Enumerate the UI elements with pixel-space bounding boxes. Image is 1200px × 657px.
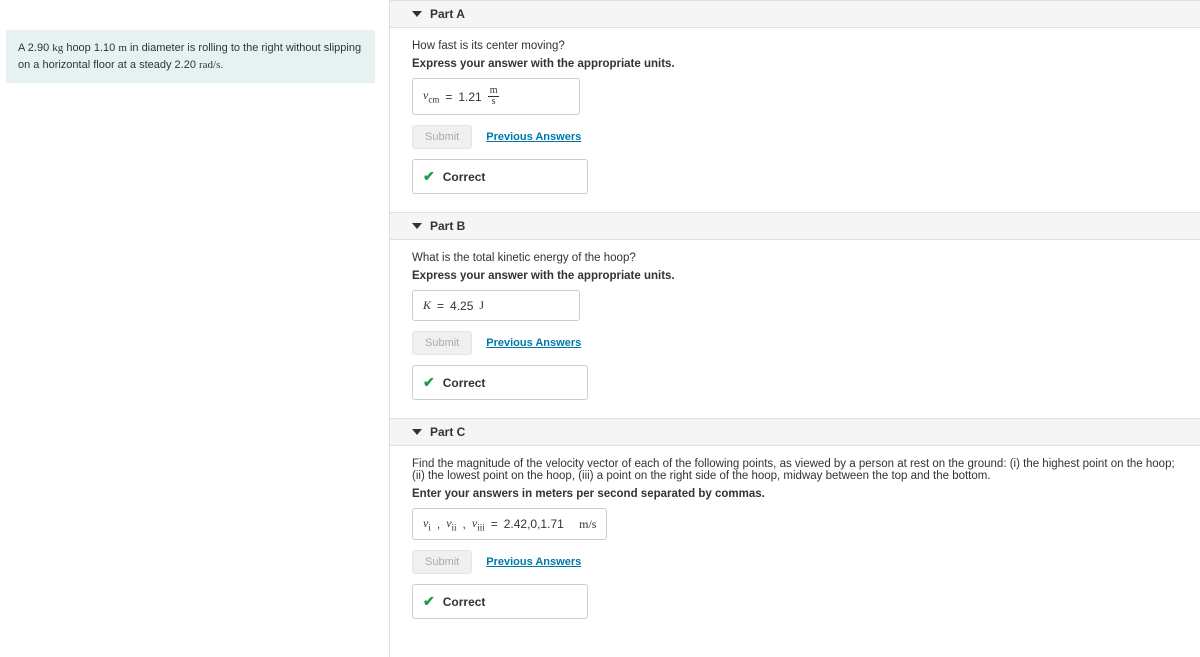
var-k: K xyxy=(423,298,431,313)
problem-text: . xyxy=(220,59,223,71)
part-c-submit-button[interactable]: Submit xyxy=(412,550,472,574)
check-icon: ✔ xyxy=(423,374,435,391)
chevron-down-icon xyxy=(412,429,422,435)
part-b-value: 4.25 xyxy=(450,299,473,313)
part-c-feedback: ✔ Correct xyxy=(412,584,588,619)
part-b-header[interactable]: Part B xyxy=(390,212,1200,240)
part-c-unit: m/s xyxy=(579,517,596,532)
part-b-previous-answers-link[interactable]: Previous Answers xyxy=(486,337,581,349)
unit-rads: rad/s xyxy=(199,59,220,71)
check-icon: ✔ xyxy=(423,593,435,610)
problem-statement: A 2.90 kg hoop 1.10 m in diameter is rol… xyxy=(6,30,375,83)
equals: = xyxy=(491,517,498,531)
part-a-answer: vcm = 1.21 m s xyxy=(412,78,580,115)
part-a-value: 1.21 xyxy=(458,90,481,104)
part-c-value: 2.42,0,1.71 xyxy=(504,517,564,531)
part-a-submit-button[interactable]: Submit xyxy=(412,125,472,149)
part-b-unit: J xyxy=(479,298,484,313)
problem-text: A 2.90 xyxy=(18,42,52,54)
part-a-feedback: ✔ Correct xyxy=(412,159,588,194)
chevron-down-icon xyxy=(412,223,422,229)
chevron-down-icon xyxy=(412,11,422,17)
unit-m: m xyxy=(118,42,127,54)
var-vcm: vcm xyxy=(423,88,439,104)
part-a-feedback-text: Correct xyxy=(443,170,486,184)
part-a-question: How fast is its center moving? xyxy=(412,40,1188,52)
var-vii: vii xyxy=(446,516,456,532)
part-b-instruction: Express your answer with the appropriate… xyxy=(412,270,1188,282)
part-a-title: Part A xyxy=(430,7,465,21)
var-vi: vi xyxy=(423,516,431,532)
part-c-question: Find the magnitude of the velocity vecto… xyxy=(412,458,1188,482)
part-a-header[interactable]: Part A xyxy=(390,0,1200,28)
equals: = xyxy=(437,299,444,313)
part-b-question: What is the total kinetic energy of the … xyxy=(412,252,1188,264)
part-a-unit: m s xyxy=(488,86,500,107)
equals: = xyxy=(445,90,452,104)
problem-text: hoop 1.10 xyxy=(63,42,118,54)
unit-kg: kg xyxy=(52,42,63,54)
part-c-instruction: Enter your answers in meters per second … xyxy=(412,488,1188,500)
part-b-feedback: ✔ Correct xyxy=(412,365,588,400)
check-icon: ✔ xyxy=(423,168,435,185)
part-a-instruction: Express your answer with the appropriate… xyxy=(412,58,1188,70)
part-b-answer: K = 4.25 J xyxy=(412,290,580,321)
part-b-feedback-text: Correct xyxy=(443,376,486,390)
part-a-body: How fast is its center moving? Express y… xyxy=(390,28,1200,212)
part-c-body: Find the magnitude of the velocity vecto… xyxy=(390,446,1200,637)
part-c-title: Part C xyxy=(430,425,465,439)
part-b-body: What is the total kinetic energy of the … xyxy=(390,240,1200,418)
part-b-submit-button[interactable]: Submit xyxy=(412,331,472,355)
part-c-answer: vi, vii, viii = 2.42,0,1.71 m/s xyxy=(412,508,607,540)
part-c-header[interactable]: Part C xyxy=(390,418,1200,446)
part-b-title: Part B xyxy=(430,219,465,233)
part-c-previous-answers-link[interactable]: Previous Answers xyxy=(486,556,581,568)
part-c-feedback-text: Correct xyxy=(443,595,486,609)
var-viii: viii xyxy=(472,516,485,532)
part-a-previous-answers-link[interactable]: Previous Answers xyxy=(486,131,581,143)
